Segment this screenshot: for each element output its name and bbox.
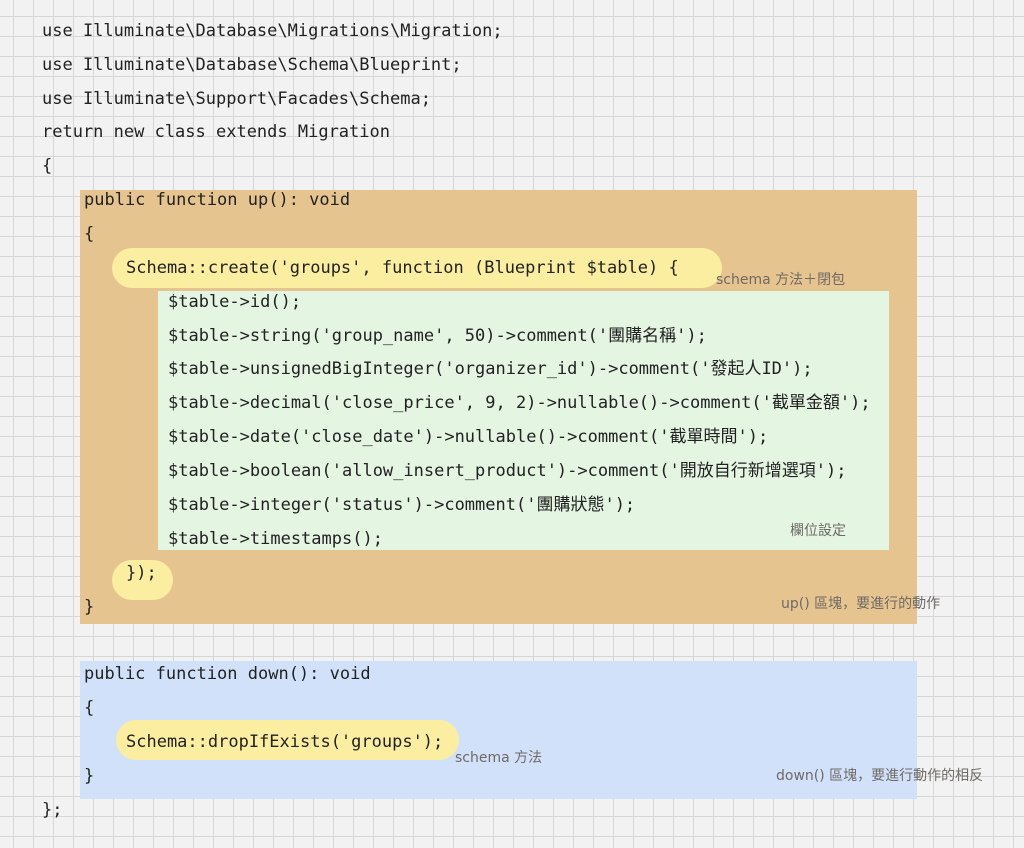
use-blueprint-line: use Illuminate\Database\Schema\Blueprint…: [42, 55, 462, 75]
field-line: $table->string('group_name', 50)->commen…: [168, 326, 707, 346]
closure-end: });: [126, 563, 157, 583]
field-line: $table->timestamps();: [168, 529, 383, 549]
up-close-brace: }: [84, 597, 95, 617]
field-line: $table->unsignedBigInteger('organizer_id…: [168, 359, 813, 379]
down-signature: public function down(): void: [84, 664, 371, 684]
field-line: $table->integer('status')->comment('團購狀態…: [168, 495, 636, 515]
note-schema-method: schema 方法: [455, 750, 543, 766]
class-open-brace: {: [42, 156, 53, 176]
use-migration-line: use Illuminate\Database\Migrations\Migra…: [42, 21, 503, 41]
use-schema-line: use Illuminate\Support\Facades\Schema;: [42, 89, 431, 109]
field-line: $table->id();: [168, 292, 302, 312]
note-schema-closure: schema 方法＋閉包: [716, 272, 846, 288]
schema-create-call: Schema::create('groups', function (Bluep…: [126, 258, 679, 278]
field-line: $table->date('close_date')->nullable()->…: [168, 427, 769, 447]
field-line: $table->decimal('close_price', 9, 2)->nu…: [168, 393, 871, 413]
up-signature: public function up(): void: [84, 190, 351, 210]
note-up-block: up() 區塊，要進行的動作: [781, 596, 941, 612]
schema-drop-call: Schema::dropIfExists('groups');: [126, 732, 444, 752]
note-fields: 欄位設定: [790, 523, 846, 539]
return-class-line: return new class extends Migration: [42, 122, 390, 142]
note-down-block: down() 區塊，要進行動作的相反: [776, 768, 984, 784]
field-line: $table->boolean('allow_insert_product')-…: [168, 461, 847, 481]
down-open-brace: {: [84, 698, 95, 718]
down-close-brace: }: [84, 766, 95, 786]
class-close-line: };: [42, 800, 63, 820]
up-open-brace: {: [84, 224, 95, 244]
